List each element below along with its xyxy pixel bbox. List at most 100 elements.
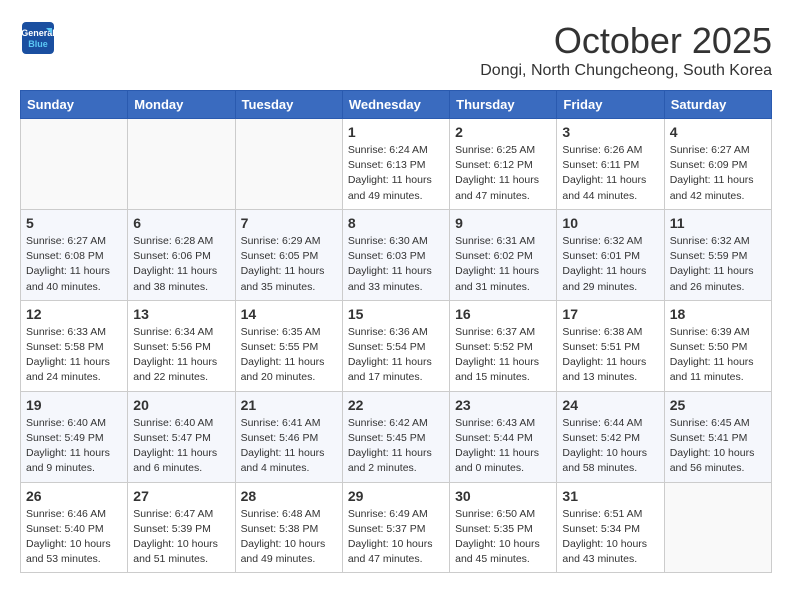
day-number: 10 xyxy=(562,215,658,231)
calendar-cell: 21Sunrise: 6:41 AM Sunset: 5:46 PM Dayli… xyxy=(235,391,342,482)
day-info: Sunrise: 6:40 AM Sunset: 5:47 PM Dayligh… xyxy=(133,416,229,477)
calendar-cell: 30 Sunrise: 6:50 AM Sunset: 5:35 PM Dayli… xyxy=(450,482,557,573)
day-number: 24 xyxy=(562,397,658,413)
day-info: Sunrise: 6:30 AM Sunset: 6:03 PM Dayligh… xyxy=(348,234,444,295)
day-number: 14 xyxy=(241,306,337,322)
header-thursday: Thursday xyxy=(450,91,557,119)
day-number: 3 xyxy=(562,124,658,140)
day-number: 17 xyxy=(562,306,658,322)
day-number: 25 xyxy=(670,397,766,413)
day-info: Sunrise: 6:27 AM Sunset: 6:08 PM Dayligh… xyxy=(26,234,122,295)
day-number: 28 xyxy=(241,488,337,504)
day-number: 19 xyxy=(26,397,122,413)
calendar-week-2: 5Sunrise: 6:27 AM Sunset: 6:08 PM Daylig… xyxy=(21,209,772,300)
calendar-cell: 7Sunrise: 6:29 AM Sunset: 6:05 PM Daylig… xyxy=(235,209,342,300)
calendar-cell: 13 Sunrise: 6:34 AM Sunset: 5:56 PM Dayli… xyxy=(128,300,235,391)
calendar-cell: 15 Sunrise: 6:36 AM Sunset: 5:54 PM Dayli… xyxy=(342,300,449,391)
day-info: Sunrise: 6:42 AM Sunset: 5:45 PM Dayligh… xyxy=(348,416,444,477)
calendar-cell: 6 Sunrise: 6:28 AM Sunset: 6:06 PM Daylig… xyxy=(128,209,235,300)
calendar-cell: 18 Sunrise: 6:39 AM Sunset: 5:50 PM Dayli… xyxy=(664,300,771,391)
calendar-cell: 8 Sunrise: 6:30 AM Sunset: 6:03 PM Daylig… xyxy=(342,209,449,300)
header-monday: Monday xyxy=(128,91,235,119)
day-info: Sunrise: 6:49 AM Sunset: 5:37 PM Dayligh… xyxy=(348,507,444,568)
day-number: 31 xyxy=(562,488,658,504)
day-number: 12 xyxy=(26,306,122,322)
calendar-cell: 25 Sunrise: 6:45 AM Sunset: 5:41 PM Dayli… xyxy=(664,391,771,482)
day-info: Sunrise: 6:37 AM Sunset: 5:52 PM Dayligh… xyxy=(455,325,551,386)
calendar-header-row: Sunday Monday Tuesday Wednesday Thursday… xyxy=(21,91,772,119)
day-info: Sunrise: 6:48 AM Sunset: 5:38 PM Dayligh… xyxy=(241,507,337,568)
calendar-cell: 28 Sunrise: 6:48 AM Sunset: 5:38 PM Dayli… xyxy=(235,482,342,573)
calendar-cell: 26Sunrise: 6:46 AM Sunset: 5:40 PM Dayli… xyxy=(21,482,128,573)
day-number: 2 xyxy=(455,124,551,140)
calendar-cell xyxy=(664,482,771,573)
day-info: Sunrise: 6:28 AM Sunset: 6:06 PM Dayligh… xyxy=(133,234,229,295)
day-info: Sunrise: 6:47 AM Sunset: 5:39 PM Dayligh… xyxy=(133,507,229,568)
day-number: 11 xyxy=(670,215,766,231)
day-info: Sunrise: 6:36 AM Sunset: 5:54 PM Dayligh… xyxy=(348,325,444,386)
calendar-cell: 16 Sunrise: 6:37 AM Sunset: 5:52 PM Dayli… xyxy=(450,300,557,391)
calendar-cell: 24 Sunrise: 6:44 AM Sunset: 5:42 PM Dayli… xyxy=(557,391,664,482)
location-subtitle: Dongi, North Chungcheong, South Korea xyxy=(480,62,772,80)
calendar-cell: 27 Sunrise: 6:47 AM Sunset: 5:39 PM Dayli… xyxy=(128,482,235,573)
day-number: 18 xyxy=(670,306,766,322)
calendar-cell: 29 Sunrise: 6:49 AM Sunset: 5:37 PM Dayli… xyxy=(342,482,449,573)
day-info: Sunrise: 6:38 AM Sunset: 5:51 PM Dayligh… xyxy=(562,325,658,386)
day-number: 26 xyxy=(26,488,122,504)
day-info: Sunrise: 6:43 AM Sunset: 5:44 PM Dayligh… xyxy=(455,416,551,477)
calendar-cell: 31 Sunrise: 6:51 AM Sunset: 5:34 PM Dayli… xyxy=(557,482,664,573)
day-number: 4 xyxy=(670,124,766,140)
day-info: Sunrise: 6:39 AM Sunset: 5:50 PM Dayligh… xyxy=(670,325,766,386)
day-number: 7 xyxy=(241,215,337,231)
calendar-cell: 20 Sunrise: 6:40 AM Sunset: 5:47 PM Dayli… xyxy=(128,391,235,482)
day-number: 16 xyxy=(455,306,551,322)
day-info: Sunrise: 6:45 AM Sunset: 5:41 PM Dayligh… xyxy=(670,416,766,477)
day-number: 6 xyxy=(133,215,229,231)
calendar-week-3: 12 Sunrise: 6:33 AM Sunset: 5:58 PM Dayli… xyxy=(21,300,772,391)
calendar-cell: 11 Sunrise: 6:32 AM Sunset: 5:59 PM Dayli… xyxy=(664,209,771,300)
calendar-cell: 5Sunrise: 6:27 AM Sunset: 6:08 PM Daylig… xyxy=(21,209,128,300)
header-tuesday: Tuesday xyxy=(235,91,342,119)
header-wednesday: Wednesday xyxy=(342,91,449,119)
logo-icon: General Blue xyxy=(20,20,56,56)
calendar-cell xyxy=(21,119,128,210)
day-number: 30 xyxy=(455,488,551,504)
calendar-cell xyxy=(128,119,235,210)
day-number: 23 xyxy=(455,397,551,413)
calendar-week-1: 1Sunrise: 6:24 AM Sunset: 6:13 PM Daylig… xyxy=(21,119,772,210)
day-number: 8 xyxy=(348,215,444,231)
calendar-cell: 3 Sunrise: 6:26 AM Sunset: 6:11 PM Daylig… xyxy=(557,119,664,210)
day-number: 9 xyxy=(455,215,551,231)
day-info: Sunrise: 6:27 AM Sunset: 6:09 PM Dayligh… xyxy=(670,143,766,204)
calendar-cell: 4 Sunrise: 6:27 AM Sunset: 6:09 PM Daylig… xyxy=(664,119,771,210)
calendar-cell xyxy=(235,119,342,210)
day-info: Sunrise: 6:40 AM Sunset: 5:49 PM Dayligh… xyxy=(26,416,122,477)
calendar-cell: 10Sunrise: 6:32 AM Sunset: 6:01 PM Dayli… xyxy=(557,209,664,300)
day-info: Sunrise: 6:26 AM Sunset: 6:11 PM Dayligh… xyxy=(562,143,658,204)
day-info: Sunrise: 6:33 AM Sunset: 5:58 PM Dayligh… xyxy=(26,325,122,386)
calendar-cell: 17 Sunrise: 6:38 AM Sunset: 5:51 PM Dayli… xyxy=(557,300,664,391)
day-number: 22 xyxy=(348,397,444,413)
calendar-cell: 19 Sunrise: 6:40 AM Sunset: 5:49 PM Dayli… xyxy=(21,391,128,482)
header-sunday: Sunday xyxy=(21,91,128,119)
calendar-cell: 23 Sunrise: 6:43 AM Sunset: 5:44 PM Dayli… xyxy=(450,391,557,482)
day-info: Sunrise: 6:44 AM Sunset: 5:42 PM Dayligh… xyxy=(562,416,658,477)
day-number: 27 xyxy=(133,488,229,504)
day-info: Sunrise: 6:50 AM Sunset: 5:35 PM Dayligh… xyxy=(455,507,551,568)
calendar-table: Sunday Monday Tuesday Wednesday Thursday… xyxy=(20,90,772,573)
page-header: General Blue October 2025 Dongi, North C… xyxy=(20,20,772,80)
day-info: Sunrise: 6:51 AM Sunset: 5:34 PM Dayligh… xyxy=(562,507,658,568)
month-title: October 2025 xyxy=(480,20,772,62)
day-info: Sunrise: 6:34 AM Sunset: 5:56 PM Dayligh… xyxy=(133,325,229,386)
calendar-week-5: 26Sunrise: 6:46 AM Sunset: 5:40 PM Dayli… xyxy=(21,482,772,573)
day-number: 29 xyxy=(348,488,444,504)
svg-text:Blue: Blue xyxy=(28,39,48,49)
calendar-cell: 2Sunrise: 6:25 AM Sunset: 6:12 PM Daylig… xyxy=(450,119,557,210)
calendar-cell: 14Sunrise: 6:35 AM Sunset: 5:55 PM Dayli… xyxy=(235,300,342,391)
day-info: Sunrise: 6:32 AM Sunset: 5:59 PM Dayligh… xyxy=(670,234,766,295)
day-number: 15 xyxy=(348,306,444,322)
calendar-week-4: 19 Sunrise: 6:40 AM Sunset: 5:49 PM Dayli… xyxy=(21,391,772,482)
header-saturday: Saturday xyxy=(664,91,771,119)
day-number: 20 xyxy=(133,397,229,413)
day-number: 13 xyxy=(133,306,229,322)
